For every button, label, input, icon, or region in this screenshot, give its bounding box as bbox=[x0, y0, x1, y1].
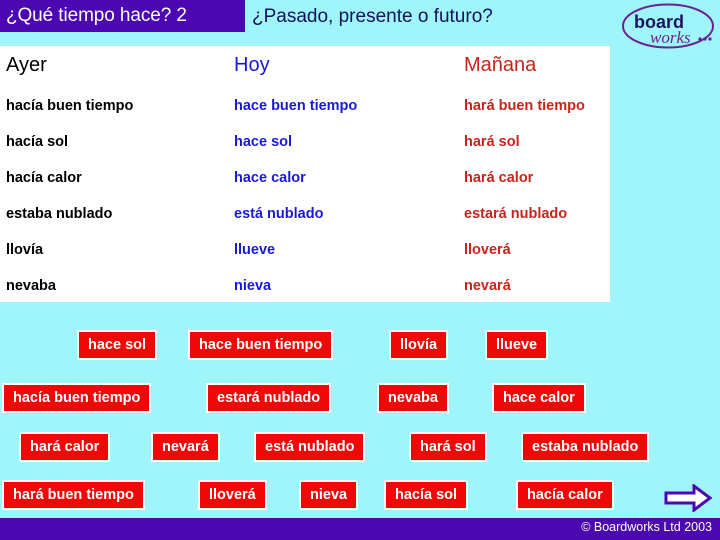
table-header-row: Ayer Hoy Mañana bbox=[0, 54, 610, 77]
table-cell: hace calor bbox=[234, 170, 306, 186]
table-row: hacía calor hace calor hará calor bbox=[0, 170, 610, 186]
copyright-text: © Boardworks Ltd 2003 bbox=[581, 520, 712, 534]
page-title: ¿Qué tiempo hace? 2 bbox=[6, 5, 187, 26]
slide-header: ¿Qué tiempo hace? 2 ¿Pasado, presente o … bbox=[0, 0, 720, 46]
word-tile-tray: hace sol hace buen tiempo llovía llueve hací… bbox=[0, 302, 720, 518]
page-subtitle: ¿Pasado, presente o futuro? bbox=[252, 6, 493, 27]
word-tile[interactable]: hace sol bbox=[77, 330, 158, 360]
table-row: hacía buen tiempo hace buen tiempo hará … bbox=[0, 98, 610, 114]
title-banner: ¿Qué tiempo hace? 2 bbox=[0, 0, 245, 32]
word-tile[interactable]: hacía buen tiempo bbox=[2, 383, 152, 413]
next-slide-arrow[interactable] bbox=[664, 484, 712, 512]
word-tile[interactable]: hace buen tiempo bbox=[188, 330, 334, 360]
word-tile[interactable]: llueve bbox=[485, 330, 549, 360]
word-tile[interactable]: hacía calor bbox=[516, 480, 614, 510]
table-cell: estará nublado bbox=[464, 206, 568, 222]
table-row: estaba nublado está nublado estará nubla… bbox=[0, 206, 610, 222]
table-cell: hacía buen tiempo bbox=[6, 98, 134, 114]
word-tile[interactable]: llovía bbox=[389, 330, 449, 360]
table-cell: nevaba bbox=[6, 278, 56, 294]
word-tile[interactable]: está nublado bbox=[254, 432, 366, 462]
word-tile[interactable]: nevará bbox=[151, 432, 220, 462]
table-cell: hará calor bbox=[464, 170, 534, 186]
word-tile[interactable]: nevaba bbox=[377, 383, 449, 413]
word-tile[interactable]: lloverá bbox=[198, 480, 267, 510]
table-cell: hacía calor bbox=[6, 170, 82, 186]
table-cell: hará buen tiempo bbox=[464, 98, 585, 114]
table-row: nevaba nieva nevará bbox=[0, 278, 610, 294]
word-tile[interactable]: hará calor bbox=[19, 432, 111, 462]
table-cell: hace sol bbox=[234, 134, 293, 150]
table-cell: llovía bbox=[6, 242, 44, 258]
table-row: llovía llueve lloverá bbox=[0, 242, 610, 258]
boardworks-logo: board works bbox=[620, 2, 716, 50]
table-row: hacía sol hace sol hará sol bbox=[0, 134, 610, 150]
table-cell: nieva bbox=[234, 278, 272, 294]
svg-text:works: works bbox=[650, 28, 691, 47]
table-cell: hace buen tiempo bbox=[234, 98, 358, 114]
table-cell: está nublado bbox=[234, 206, 324, 222]
table-cell: lloverá bbox=[464, 242, 511, 258]
word-tile[interactable]: hace calor bbox=[492, 383, 586, 413]
word-tile[interactable]: hará sol bbox=[409, 432, 487, 462]
table-cell: hará sol bbox=[464, 134, 520, 150]
table-cell: estaba nublado bbox=[6, 206, 113, 222]
table-cell: llueve bbox=[234, 242, 276, 258]
table-cell: hacía sol bbox=[6, 134, 69, 150]
word-tile[interactable]: estará nublado bbox=[206, 383, 332, 413]
column-header-ayer: Ayer bbox=[6, 54, 47, 76]
footer-bar: © Boardworks Ltd 2003 bbox=[0, 518, 720, 540]
table-cell: nevará bbox=[464, 278, 511, 294]
tense-table: Ayer Hoy Mañana hacía buen tiempo hace b… bbox=[0, 46, 610, 302]
word-tile[interactable]: estaba nublado bbox=[521, 432, 650, 462]
column-header-manana: Mañana bbox=[464, 54, 537, 76]
word-tile[interactable]: nieva bbox=[299, 480, 359, 510]
column-header-hoy: Hoy bbox=[234, 54, 270, 76]
word-tile[interactable]: hacía sol bbox=[384, 480, 469, 510]
word-tile[interactable]: hará buen tiempo bbox=[2, 480, 145, 510]
